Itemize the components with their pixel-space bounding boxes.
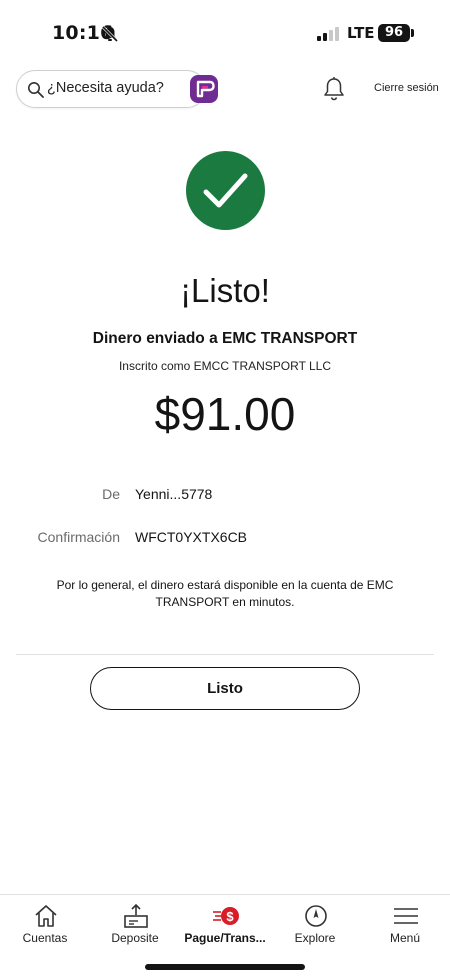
search-icon [28, 82, 44, 98]
sent-to-heading: Dinero enviado a EMC TRANSPORT [92, 330, 358, 347]
nav-label: Cuentas [22, 931, 68, 945]
done-button[interactable]: Listo [90, 667, 360, 710]
deposit-icon [124, 903, 148, 928]
nav-item-deposit[interactable]: Deposite [90, 895, 180, 955]
status-bar: 10:16 LTE 96 [0, 0, 450, 66]
signout-link[interactable]: Cierre sesión [374, 82, 439, 94]
confirmation-label: Confirmación [37, 529, 120, 545]
home-icon [35, 905, 57, 927]
signal-icon [317, 27, 339, 41]
from-label: De [102, 486, 120, 502]
svg-text:$: $ [226, 909, 234, 924]
nav-item-explore[interactable]: Explore [270, 895, 360, 955]
notification-bell-icon[interactable] [322, 76, 346, 102]
nav-label: Deposite [111, 931, 159, 945]
search-placeholder: ¿Necesita ayuda? [47, 80, 164, 96]
page-title: ¡Listo! [180, 272, 270, 309]
nav-label: Menú [389, 931, 421, 945]
availability-note: Por lo general, el dinero estará disponi… [56, 578, 394, 609]
home-indicator[interactable] [145, 964, 305, 970]
done-button-label: Listo [207, 680, 243, 697]
menu-icon [394, 908, 418, 924]
nav-label: Explore [294, 931, 336, 945]
battery-cap [411, 29, 414, 37]
nav-label: Pague/Trans... [184, 931, 266, 945]
pay-transfer-icon: $ [213, 907, 239, 925]
from-account: Yenni...5778 [135, 486, 213, 502]
nav-item-accounts[interactable]: Cuentas [0, 895, 90, 955]
assistant-logo-icon[interactable] [190, 75, 218, 103]
nav-item-pay-transfer[interactable]: $ Pague/Trans... [180, 895, 270, 955]
nav-item-menu[interactable]: Menú [360, 895, 450, 955]
network-type: LTE [347, 24, 375, 42]
divider [16, 654, 434, 655]
search-help-field[interactable]: ¿Necesita ayuda? [16, 70, 218, 108]
confirmation-code: WFCT0YXTX6CB [135, 529, 248, 545]
transfer-amount: $91.00 [154, 388, 296, 440]
battery-level: 96 [378, 24, 410, 42]
registered-as-text: Inscrito como EMCC TRANSPORT LLC [118, 359, 332, 373]
success-check-icon [186, 151, 265, 230]
compass-icon [305, 905, 327, 927]
bell-muted-icon [101, 25, 119, 43]
